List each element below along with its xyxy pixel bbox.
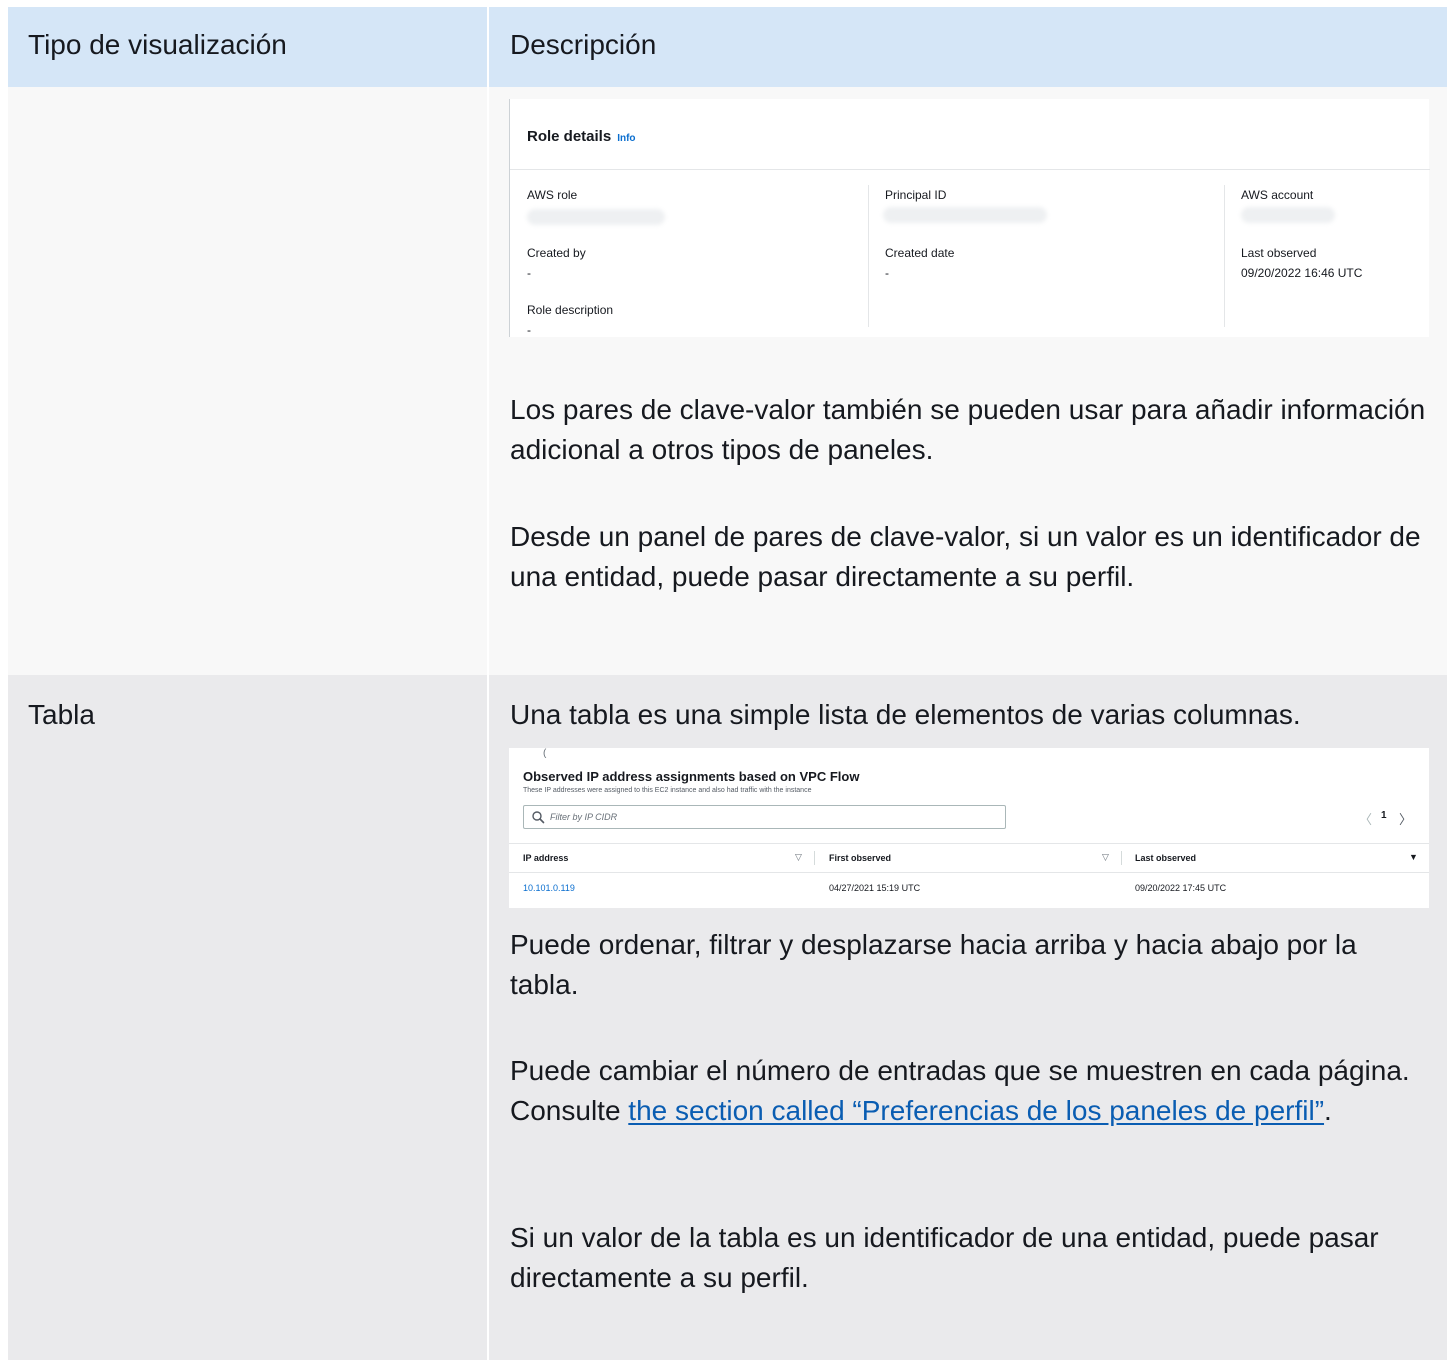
divider [509,872,1429,873]
principal-id-label: Principal ID [885,188,947,202]
created-date-label: Created date [885,246,955,260]
paragraph: Si un valor de la tabla es un identifica… [510,1222,1379,1293]
row-type-label: Tabla [28,699,95,730]
header-type-label: Tipo de visualización [28,29,287,60]
row-type-cell: Tabla [8,675,487,1360]
principal-id-redacted [883,207,1047,223]
divider [509,843,1429,844]
last-observed-value: 09/20/2022 17:45 UTC [1135,883,1227,893]
ip-table-title: Observed IP address assignments based on… [523,769,860,784]
sort-descending-icon[interactable]: ▼ [1409,852,1418,862]
chevron-right-icon[interactable]: 〉 [1399,809,1412,828]
filter-placeholder: Filter by IP CIDR [550,812,618,822]
column-divider [868,185,869,327]
search-icon [532,811,545,824]
header-cell-type: Tipo de visualización [8,7,487,87]
filter-input[interactable]: Filter by IP CIDR [523,805,1006,829]
ip-table-screenshot: ( Observed IP address assignments based … [509,748,1429,908]
paragraph: Desde un panel de pares de clave-valor, … [510,521,1421,592]
role-description-label: Role description [527,303,614,317]
paragraph: Puede ordenar, filtrar y desplazarse hac… [510,929,1357,1000]
header-description-label: Descripción [510,29,657,60]
visualization-types-table: Tipo de visualización Descripción Role d… [8,7,1447,1360]
table-row: Tabla Una tabla es una simple lista de e… [8,675,1447,1360]
page-number[interactable]: 1 [1381,810,1387,821]
created-by-label: Created by [527,246,586,260]
paragraph: Los pares de clave-valor también se pued… [510,394,1426,465]
paragraph: Una tabla es una simple lista de element… [510,699,1301,730]
created-date-value: - [885,266,889,280]
pagination: 〈 1 〉 [1359,809,1419,828]
header-cell-description: Descripción [487,7,1447,87]
role-details-screenshot: Role details Info AWS role Principal ID A… [509,99,1430,337]
row-type-cell [8,87,487,675]
column-divider [1224,185,1225,327]
ip-table-subtitle: These IP addresses were assigned to this… [523,787,812,794]
info-link[interactable]: Info [617,133,635,144]
chevron-left-icon[interactable]: 〈 [1359,809,1372,828]
preferences-section-link[interactable]: the section called “Preferencias de los … [628,1095,1324,1126]
aws-account-redacted [1241,207,1335,223]
stray-glyph: ( [543,748,547,759]
sort-icon[interactable]: ▽ [1102,852,1109,863]
last-observed-label: Last observed [1241,246,1317,260]
table-row: Role details Info AWS role Principal ID A… [8,87,1447,675]
role-description-value: - [527,323,531,337]
first-observed-value: 04/27/2021 15:19 UTC [829,883,921,893]
created-by-value: - [527,266,531,280]
ip-address-link[interactable]: 10.101.0.119 [523,883,575,893]
column-divider [814,851,815,865]
row-description-cell: Role details Info AWS role Principal ID A… [487,87,1447,675]
column-divider [1121,851,1122,865]
divider [510,169,1430,170]
aws-account-label: AWS account [1241,188,1314,202]
last-observed-value: 09/20/2022 16:46 UTC [1241,266,1363,280]
row-description-cell: Una tabla es una simple lista de element… [487,675,1447,1360]
column-header-last-observed[interactable]: Last observed [1135,853,1196,863]
column-header-first-observed[interactable]: First observed [829,853,891,863]
table-header-row: Tipo de visualización Descripción [8,7,1447,87]
column-header-ip-address[interactable]: IP address [523,853,568,863]
aws-role-label: AWS role [527,188,578,202]
aws-role-redacted [527,209,665,225]
role-details-title: Role details Info [527,128,636,145]
paragraph: Puede cambiar el número de entradas que … [510,1055,1410,1126]
sort-icon[interactable]: ▽ [795,852,802,863]
